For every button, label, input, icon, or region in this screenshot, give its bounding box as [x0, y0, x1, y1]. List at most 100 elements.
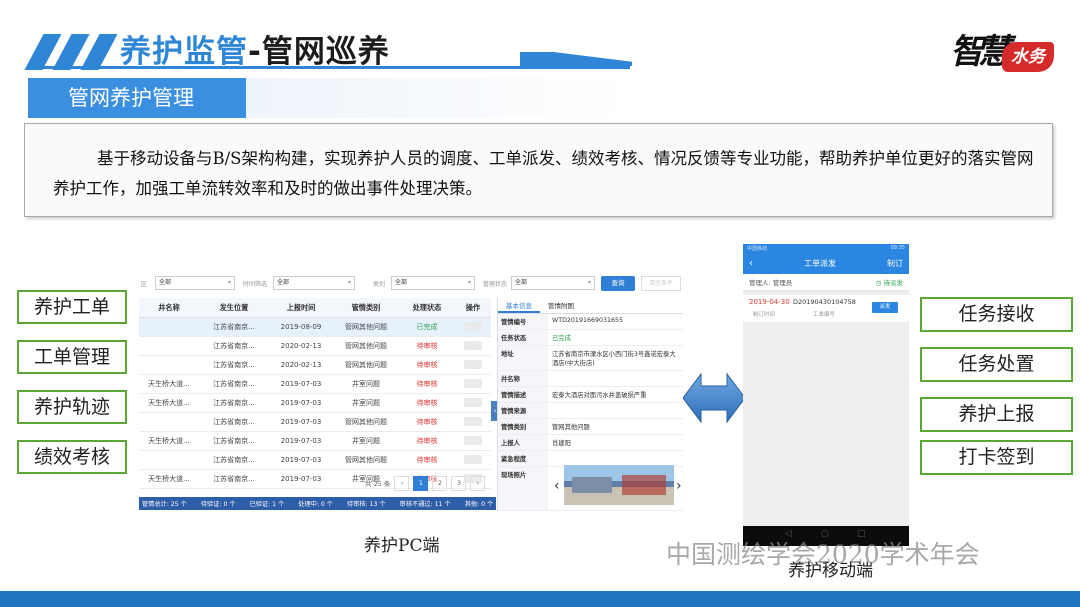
category-cell: 管网其他问题: [345, 323, 387, 331]
pager-page-1[interactable]: 1: [413, 475, 429, 491]
report-time-cell: 2019-07-03: [280, 475, 322, 483]
table-row[interactable]: 江苏省南京... 2020-02-13 管网其他问题 待审核: [139, 356, 491, 375]
smart-water-logo: 智慧 水务: [950, 18, 1062, 90]
row-action-button[interactable]: [464, 416, 482, 426]
order-code: D20190430104758: [793, 298, 856, 306]
report-time-cell: 2020-02-13: [280, 342, 322, 350]
stat-pending-review: 待审核: 13 个: [347, 501, 386, 508]
row-action-button[interactable]: [464, 435, 482, 445]
table-row[interactable]: 江苏省南京... 2019-07-03 管网其他问题 待审核: [139, 413, 491, 432]
status-cell: 待审核: [416, 361, 438, 369]
location-cell: 江苏省南京...: [213, 323, 255, 331]
query-button[interactable]: 查询: [601, 276, 635, 291]
feature-maintenance-order: 养护工单: [17, 290, 127, 324]
row-action-button[interactable]: [464, 378, 482, 388]
location-cell: 江苏省南京...: [213, 380, 255, 388]
assignee-row: 管理人: 管理员 ◷ 待派发: [743, 274, 909, 291]
report-time-cell: 2019-07-03: [280, 437, 322, 445]
site-photo[interactable]: [564, 465, 674, 505]
order-code-label: 工单编号: [813, 312, 836, 318]
detail-key: 管情描述: [498, 387, 548, 402]
table-row[interactable]: 天生桥大道... 江苏省南京... 2019-07-03 井室问题 待审核: [139, 394, 491, 413]
detail-field: 井名称: [498, 371, 683, 387]
feature-check-in: 打卡签到: [920, 440, 1073, 475]
col-status[interactable]: 处理状态: [399, 303, 455, 313]
action-cell: [455, 416, 491, 428]
pager-next-button[interactable]: ›: [470, 475, 486, 491]
photo-next-icon[interactable]: ›: [676, 478, 682, 494]
table-row[interactable]: 江苏省南京... 2019-08-09 管网其他问题 已完成: [139, 318, 491, 337]
order-card[interactable]: 2019-04-30 D20190430104758 制订时间 工单编号 派发: [743, 295, 909, 322]
category-cell: 管网其他问题: [345, 342, 387, 350]
col-action: 操作: [465, 302, 481, 312]
detail-field: 管情描述 宏泰大酒店对面污水井盖破损严重: [498, 387, 683, 403]
make-order-button[interactable]: 制订: [887, 258, 903, 269]
stat-total: 管情总计: 25 个: [142, 501, 187, 508]
action-cell: [455, 397, 491, 409]
table-header: 井名称 发生位置 上报时间 管情类别 处理状态 操作: [139, 298, 491, 318]
table-row[interactable]: 天生桥大道... 江苏省南京... 2019-07-03 井室问题 待审核: [139, 432, 491, 451]
report-time-cell: 2019-07-03: [280, 456, 322, 464]
location-cell: 江苏省南京...: [213, 475, 255, 483]
status-cell: 待审核: [416, 437, 438, 445]
detail-value: 肖建阳: [552, 440, 571, 447]
col-report-time[interactable]: 上报时间: [269, 303, 333, 313]
pager-page-2[interactable]: 2: [432, 475, 448, 491]
row-action-button[interactable]: [464, 397, 482, 407]
filter-bar: 区 全部 时间筛选 全部 类别 全部 管理状态 全部 查询 清空条件: [139, 271, 683, 295]
dispatch-button[interactable]: 派发: [872, 302, 898, 313]
well-name-cell: 天生桥大道...: [148, 399, 190, 407]
well-name-cell: 天生桥大道...: [148, 437, 190, 445]
table-row[interactable]: 江苏省南京... 2019-07-03 管网其他问题 待审核: [139, 451, 491, 470]
detail-value: 管网其他问题: [552, 424, 590, 431]
pager-page-3[interactable]: 3: [451, 475, 467, 491]
detail-field: 管情编号 WTD20191669031655: [498, 314, 683, 330]
status-select[interactable]: 全部: [511, 276, 595, 290]
tab-basic-info[interactable]: 基本信息: [498, 298, 540, 313]
row-action-button[interactable]: [464, 359, 482, 369]
issue-table: 井名称 发生位置 上报时间 管情类别 处理状态 操作 江苏省南京... 2019-…: [139, 298, 491, 489]
banner-tip: [520, 52, 632, 66]
category-cell: 井室问题: [352, 399, 380, 407]
clear-button[interactable]: 清空条件: [641, 276, 681, 291]
district-select[interactable]: 全部: [155, 276, 235, 290]
table-row[interactable]: 天生桥大道... 江苏省南京... 2019-07-03 井室问题 待审核: [139, 375, 491, 394]
location-cell: 江苏省南京...: [213, 342, 255, 350]
pager-prev-button[interactable]: ‹: [394, 475, 410, 491]
feature-maintenance-report: 养护上报: [920, 397, 1073, 432]
title-part-1: 养护监管: [120, 34, 248, 70]
double-arrow-icon: [683, 372, 745, 424]
category-cell: 管网其他问题: [345, 418, 387, 426]
pending-dispatch-filter[interactable]: ◷ 待派发: [876, 277, 903, 287]
col-well-name[interactable]: 井名称: [139, 303, 199, 313]
back-icon[interactable]: ‹: [749, 258, 753, 269]
footer-bar: [0, 591, 1080, 607]
location-cell: 江苏省南京...: [213, 418, 255, 426]
row-action-button[interactable]: [464, 454, 482, 464]
report-time-cell: 2019-07-03: [280, 399, 322, 407]
section-subtitle: 管网养护管理: [28, 78, 246, 118]
detail-value: [548, 451, 683, 466]
pc-screenshot: 区 全部 时间筛选 全部 类别 全部 管理状态 全部 查询 清空条件 井名称 发…: [139, 271, 683, 511]
row-action-button[interactable]: [464, 321, 482, 331]
tab-attachments[interactable]: 管情附图: [540, 298, 582, 313]
detail-panel: 基本信息 管情附图 管情编号 WTD20191669031655 任务状态 已完成 地址…: [497, 298, 683, 511]
filter-label: 区: [141, 281, 148, 288]
location-cell: 江苏省南京...: [213, 361, 255, 369]
logo-text: 智慧: [950, 32, 1012, 72]
col-location[interactable]: 发生位置: [199, 303, 269, 313]
detail-value: [548, 371, 683, 386]
detail-value: WTD20191669031655: [552, 317, 624, 324]
photo-prev-icon[interactable]: ‹: [554, 478, 560, 494]
time-select[interactable]: 全部: [273, 276, 355, 290]
action-cell: [455, 359, 491, 371]
category-select[interactable]: 全部: [391, 276, 475, 290]
col-category[interactable]: 管情类别: [333, 303, 399, 313]
row-action-button[interactable]: [464, 340, 482, 350]
detail-value: [548, 403, 683, 418]
action-cell: [455, 378, 491, 390]
category-cell: 井室问题: [352, 437, 380, 445]
detail-value: 江苏省南京市溧水区小西门街3号鑫诺宏泰大酒店(中大街店): [552, 351, 676, 367]
table-row[interactable]: 江苏省南京... 2020-02-13 管网其他问题 待审核: [139, 337, 491, 356]
detail-key: 现场照片: [498, 467, 548, 510]
